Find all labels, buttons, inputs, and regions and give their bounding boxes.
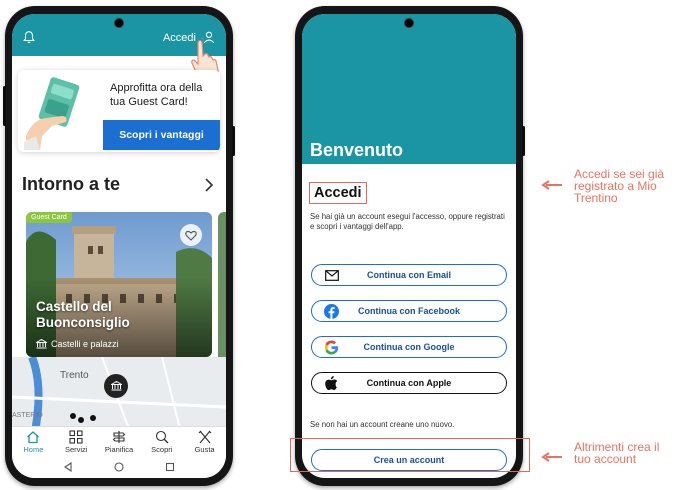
create-account-highlight bbox=[290, 438, 530, 472]
place-card[interactable]: Guest Card Castello del Buonconsiglio Ca… bbox=[26, 212, 212, 357]
welcome-title: Benvenuto bbox=[310, 140, 404, 160]
continue-google-button[interactable]: Continua con Google bbox=[311, 336, 507, 358]
continue-facebook-label: Continua con Facebook bbox=[357, 306, 460, 316]
promo-text-line2: tua Guest Card! bbox=[110, 96, 188, 108]
login-description: Se hai già un account esegui l'accesso, … bbox=[310, 212, 505, 231]
login-screen: Benvenuto Accedi Se hai già un account e… bbox=[302, 14, 516, 478]
arrow-left-icon bbox=[541, 180, 562, 190]
tab-servizi-label: Servizi bbox=[64, 445, 88, 454]
continue-facebook-button[interactable]: Continua con Facebook bbox=[311, 300, 507, 322]
home-circle-icon[interactable] bbox=[114, 462, 124, 472]
no-account-text: Se non hai un account creane uno nuovo. bbox=[310, 420, 455, 429]
power-button bbox=[232, 126, 235, 156]
login-hint-line3: Trentino bbox=[574, 191, 618, 205]
phone-right: Benvenuto Accedi Se hai già un account e… bbox=[295, 6, 525, 486]
tab-scopri-label: Scopri bbox=[151, 445, 173, 454]
section-title: Intorno a te bbox=[22, 174, 120, 194]
promo-text: Approfitta ora della tua Guest Card! bbox=[110, 81, 202, 109]
discover-icon bbox=[155, 430, 169, 444]
google-icon bbox=[324, 340, 339, 355]
place-title-line1: Castello del bbox=[36, 299, 112, 314]
guest-card-promo: Approfitta ora della tua Guest Card! Sco… bbox=[18, 70, 220, 152]
place-category-label: Castelli e palazzi bbox=[51, 339, 119, 349]
system-nav-bar bbox=[12, 456, 226, 478]
continue-google-label: Continua con Google bbox=[363, 342, 455, 352]
front-camera bbox=[404, 18, 414, 28]
home-screen: Accedi Approfitta ora della tua Guest Ca… bbox=[12, 14, 226, 478]
next-card-peek[interactable] bbox=[218, 212, 226, 357]
tab-home-label: Home bbox=[23, 445, 44, 454]
back-icon[interactable] bbox=[63, 462, 73, 472]
monument-icon bbox=[36, 339, 47, 349]
front-camera bbox=[114, 18, 124, 28]
tab-home[interactable]: Home bbox=[12, 427, 55, 457]
continue-email-button[interactable]: Continua con Email bbox=[311, 264, 507, 286]
map-view[interactable]: Trento ASTERIO bbox=[12, 357, 226, 437]
create-hint-line2: tuo account bbox=[574, 452, 637, 466]
map-dot[interactable] bbox=[70, 413, 76, 419]
monument-icon bbox=[110, 381, 122, 391]
recents-icon[interactable] bbox=[165, 462, 175, 472]
login-hint: Accedi se sei già registrato a Mio Trent… bbox=[574, 168, 664, 204]
power-button bbox=[522, 126, 525, 156]
login-title: Accedi bbox=[309, 182, 367, 204]
tab-scopri[interactable]: Scopri bbox=[140, 427, 183, 457]
apple-icon bbox=[324, 376, 339, 391]
welcome-header: Benvenuto bbox=[302, 14, 516, 164]
mail-icon bbox=[324, 268, 339, 283]
map-dot[interactable] bbox=[78, 417, 84, 423]
continue-apple-label: Continua con Apple bbox=[366, 378, 452, 388]
bottom-tab-bar: Home Servizi Pianifica Scopri Gusta bbox=[12, 426, 226, 457]
phone-left: Accedi Approfitta ora della tua Guest Ca… bbox=[3, 6, 235, 486]
place-category: Castelli e palazzi bbox=[36, 339, 119, 349]
map-pin[interactable] bbox=[104, 374, 128, 398]
promo-text-line1: Approfitta ora della bbox=[110, 82, 203, 94]
place-title: Castello del Buonconsiglio bbox=[36, 299, 186, 331]
favorite-heart-icon[interactable] bbox=[180, 224, 202, 246]
signpost-icon bbox=[112, 431, 126, 443]
facebook-icon bbox=[324, 304, 339, 319]
guest-card-illustration bbox=[24, 77, 80, 150]
arrow-left-icon bbox=[541, 452, 562, 462]
map-dot[interactable] bbox=[90, 415, 96, 421]
continue-apple-button[interactable]: Continua con Apple bbox=[311, 372, 507, 394]
bell-icon[interactable] bbox=[22, 30, 36, 44]
volume-button bbox=[3, 86, 6, 126]
discover-benefits-button[interactable]: Scopri i vantaggi bbox=[103, 120, 220, 150]
grid-icon bbox=[69, 430, 83, 444]
guest-card-badge: Guest Card bbox=[26, 212, 72, 223]
tab-pianifica-label: Pianifica bbox=[104, 445, 134, 454]
utensils-icon bbox=[198, 430, 212, 444]
create-hint: Altrimenti crea il tuo account bbox=[574, 441, 659, 465]
tab-gusta[interactable]: Gusta bbox=[183, 427, 226, 457]
tab-gusta-label: Gusta bbox=[194, 445, 215, 454]
chevron-right-icon[interactable] bbox=[204, 178, 214, 192]
home-icon bbox=[27, 431, 40, 444]
continue-email-label: Continua con Email bbox=[366, 270, 451, 280]
place-title-line2: Buonconsiglio bbox=[36, 315, 130, 330]
map-city-label: Trento bbox=[60, 370, 89, 381]
map-street-label: ASTERIO bbox=[12, 412, 43, 419]
tab-servizi[interactable]: Servizi bbox=[55, 427, 98, 457]
tab-pianifica[interactable]: Pianifica bbox=[98, 427, 141, 457]
